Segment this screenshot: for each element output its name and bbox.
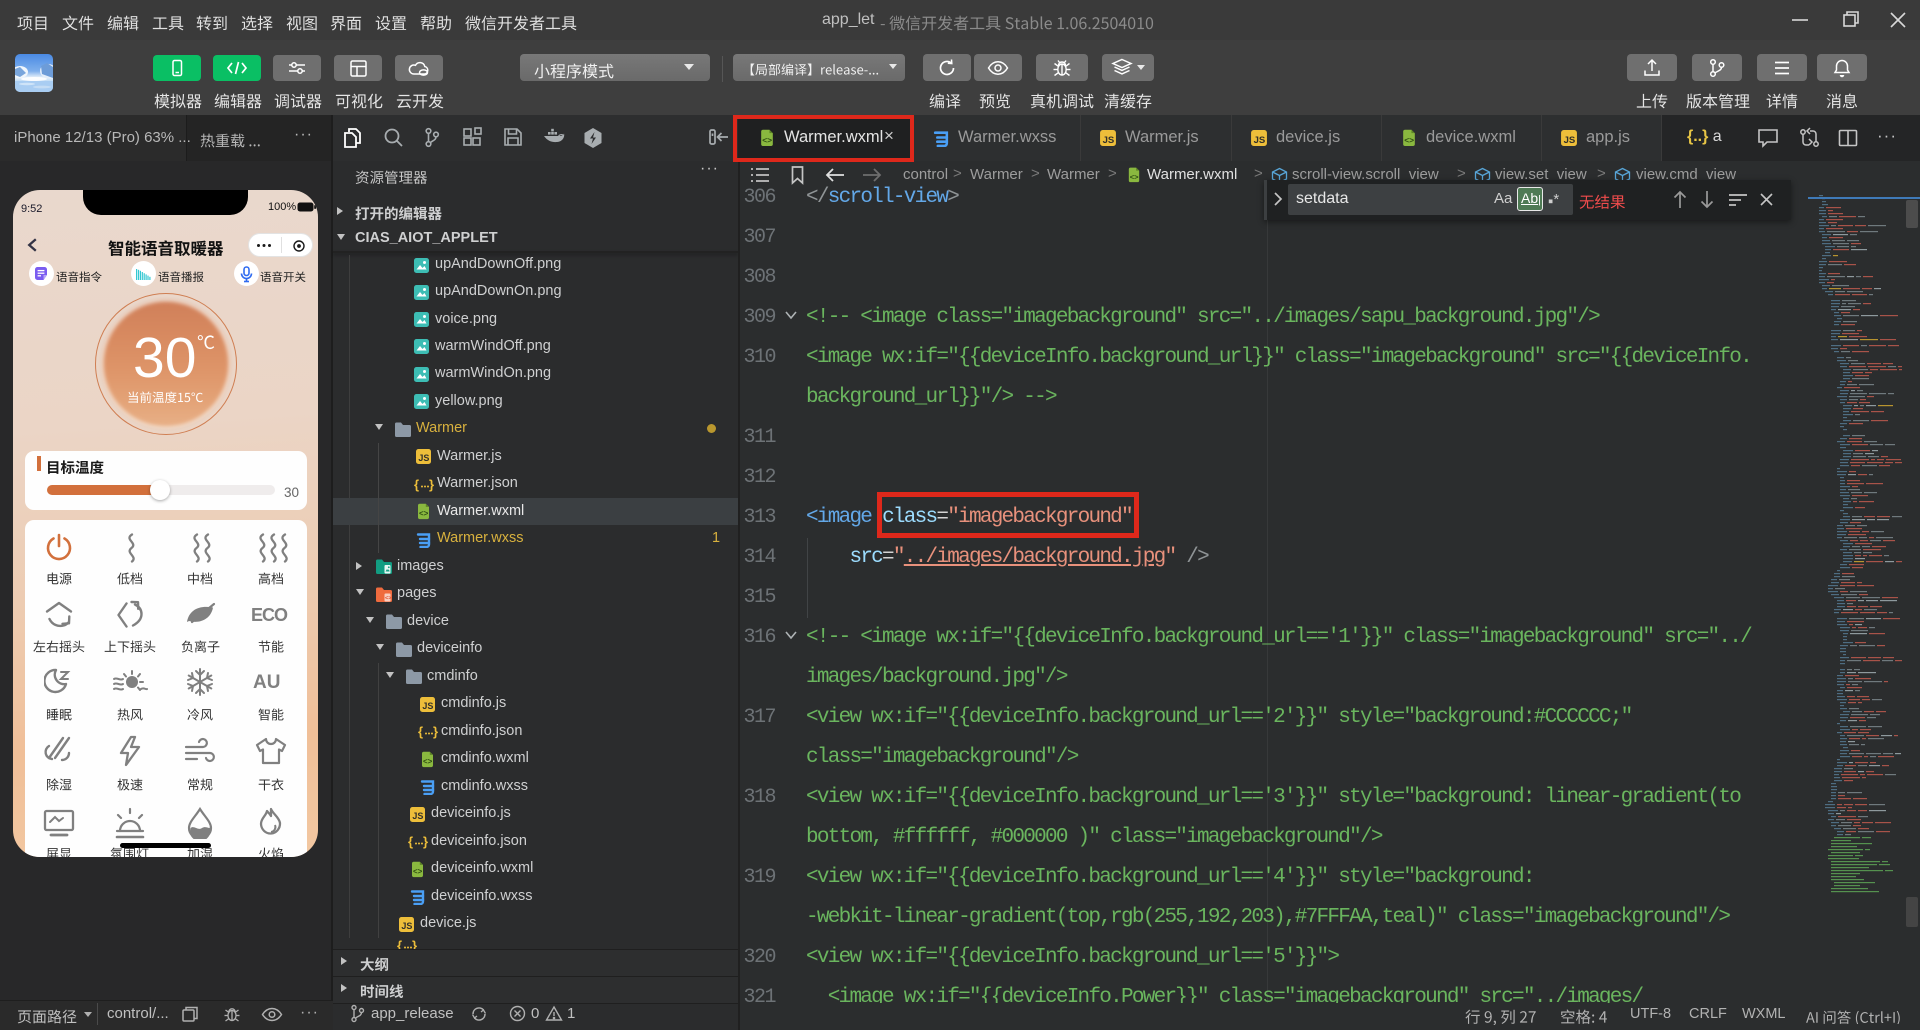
svg-text:JS: JS (418, 453, 429, 463)
svg-text:<>: <> (423, 757, 433, 766)
svg-text:JS: JS (422, 701, 433, 711)
svg-text:<>: <> (419, 509, 429, 518)
svg-text:{: { (408, 834, 413, 849)
svg-text:AU: AU (253, 672, 280, 693)
svg-text:<>: <> (385, 595, 391, 601)
svg-text:JS: JS (401, 921, 412, 931)
svg-text:{: { (414, 477, 419, 492)
svg-text:<>: <> (413, 867, 423, 876)
svg-text:}: } (429, 477, 434, 492)
svg-text:}: } (423, 834, 428, 849)
svg-text:ECO: ECO (251, 605, 288, 625)
svg-text:JS: JS (412, 811, 423, 821)
svg-text:JS: JS (1564, 135, 1576, 146)
svg-text:}: } (433, 724, 438, 739)
svg-text:JS: JS (1103, 135, 1115, 146)
svg-text:JS: JS (1254, 135, 1266, 146)
svg-text:{: { (418, 724, 423, 739)
svg-text:<>: <> (1404, 135, 1414, 145)
svg-text:<>: <> (1130, 172, 1139, 181)
